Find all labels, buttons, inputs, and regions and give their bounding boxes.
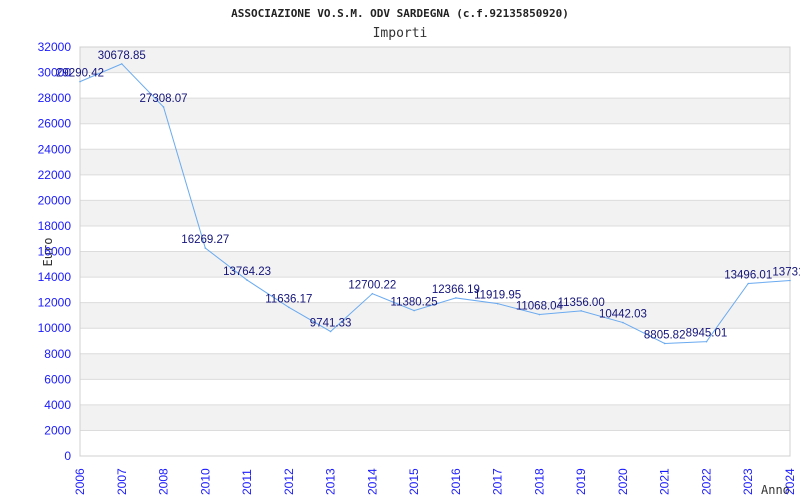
data-point: [79, 80, 81, 83]
y-tick-label: 12000: [38, 296, 72, 310]
grid-band: [80, 174, 790, 201]
y-tick-label: 32000: [38, 40, 72, 54]
data-point: [329, 330, 332, 333]
y-tick-label: 28000: [38, 91, 72, 105]
grid-band: [80, 353, 790, 380]
x-tick-label: 2011: [240, 469, 254, 495]
grid-band: [80, 47, 790, 73]
data-label: 9741.33: [310, 317, 352, 329]
data-label: 16269.27: [181, 234, 229, 246]
data-label: 13764.23: [223, 266, 271, 278]
data-label: 11380.25: [391, 297, 438, 309]
x-tick-label: 2021: [658, 468, 672, 495]
data-label: 11068.04: [516, 301, 564, 313]
data-label: 30678.85: [98, 50, 146, 62]
data-point: [162, 106, 165, 108]
y-tick-label: 8000: [44, 347, 71, 361]
x-tick-label: 2012: [282, 468, 296, 495]
x-tick-label: 2022: [699, 468, 713, 495]
x-tick-label: 2024: [783, 468, 797, 495]
x-tick-label: 2014: [365, 468, 379, 495]
x-tick-label: 2013: [324, 468, 338, 495]
data-point: [622, 321, 624, 324]
x-tick-label: 2020: [616, 468, 630, 495]
data-point: [663, 342, 666, 345]
data-point: [120, 63, 123, 65]
y-tick-label: 18000: [38, 219, 72, 233]
line-chart: ASSOCIAZIONE VO.S.M. ODV SARDEGNA (c.f.9…: [38, 7, 800, 497]
y-tick-label: 24000: [38, 142, 72, 156]
y-tick-label: 10000: [38, 321, 72, 335]
data-point: [288, 306, 290, 309]
x-tick-label: 2008: [157, 468, 171, 495]
data-point: [246, 279, 248, 281]
data-point: [580, 310, 582, 312]
grid-band: [80, 251, 790, 278]
y-tick-label: 20000: [38, 193, 72, 207]
data-label: 8805.82: [644, 329, 686, 341]
data-label: 29290.42: [56, 68, 104, 80]
chart-subtitle: Importi: [373, 26, 428, 41]
grid-band: [80, 379, 790, 405]
x-tick-label: 2006: [73, 468, 87, 495]
data-point: [204, 247, 207, 249]
x-tick-label: 2023: [741, 468, 755, 495]
data-label: 10442.03: [599, 309, 647, 321]
grid-band: [80, 149, 790, 175]
data-label: 11636.17: [265, 293, 312, 305]
grid-band: [80, 200, 790, 226]
y-tick-label: 2000: [44, 423, 71, 437]
data-point: [705, 340, 708, 343]
data-label: 13731.: [772, 267, 800, 279]
y-tick-label: 4000: [44, 398, 71, 412]
x-tick-label: 2017: [491, 468, 505, 495]
x-tick-label: 2016: [449, 468, 463, 495]
data-label: 12366.19: [432, 284, 480, 296]
data-label: 27308.07: [140, 93, 188, 105]
data-point: [496, 302, 499, 305]
grid-band: [80, 430, 790, 456]
y-tick-label: 26000: [38, 117, 72, 131]
data-label: 12700.22: [348, 280, 396, 292]
x-tick-label: 2007: [115, 468, 129, 495]
data-point: [455, 297, 457, 299]
y-tick-label: 0: [64, 449, 71, 463]
data-label: 8945.01: [686, 328, 728, 340]
y-tick-label: 16000: [38, 245, 72, 259]
y-tick-label: 6000: [44, 372, 71, 386]
grid-band: [80, 123, 790, 150]
grid-band: [80, 404, 790, 431]
data-point: [789, 279, 791, 282]
y-tick-label: 22000: [38, 168, 72, 182]
data-point: [747, 282, 750, 285]
data-point: [371, 292, 374, 295]
chart-title: ASSOCIAZIONE VO.S.M. ODV SARDEGNA (c.f.9…: [231, 7, 569, 20]
data-label: 11919.95: [474, 290, 521, 302]
x-tick-label: 2015: [407, 468, 421, 495]
data-label: 11356.00: [558, 297, 605, 309]
data-label: 13496.01: [724, 270, 772, 282]
y-tick-label: 14000: [38, 270, 72, 284]
data-point: [413, 309, 415, 312]
x-tick-label: 2018: [532, 468, 546, 495]
x-tick-label: 2019: [574, 468, 588, 495]
data-point: [538, 313, 541, 316]
x-tick-label: 2010: [198, 468, 212, 495]
